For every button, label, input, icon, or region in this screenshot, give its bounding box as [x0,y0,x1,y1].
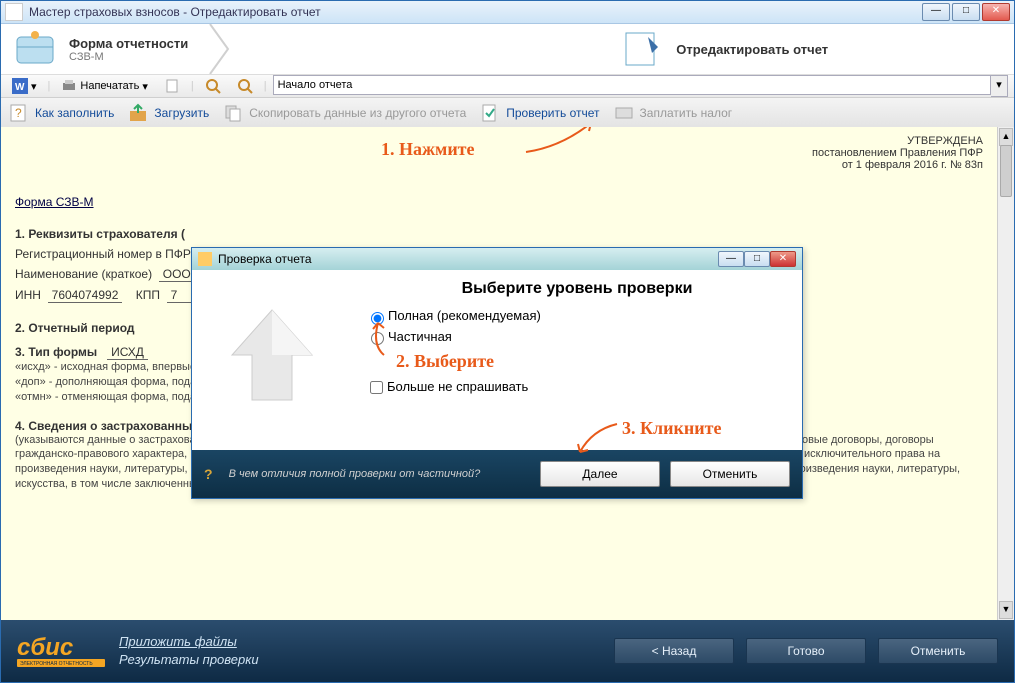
word-icon: W [12,78,28,94]
check-icon [480,103,500,123]
dialog-cancel-button[interactable]: Отменить [670,461,790,487]
load-button[interactable]: Загрузить [128,103,209,123]
dialog-image [192,270,352,450]
approval-block: УТВЕРЖДЕНА постановлением Правления ПФР … [812,135,983,171]
format-toolbar: W▾ | Напечатать▾ | | ▾ [1,75,1014,98]
new-icon [164,78,180,94]
kpp-label: КПП [136,288,160,302]
copy-button[interactable]: Скопировать данные из другого отчета [223,103,466,123]
help-icon: ? [9,103,29,123]
pay-icon [614,103,634,123]
check-report-button[interactable]: Проверить отчет [480,103,599,123]
form-type-value[interactable]: ИСХД [107,345,148,360]
ready-button[interactable]: Готово [746,638,866,664]
svg-text:W: W [15,82,25,93]
scroll-thumb[interactable] [1000,145,1012,197]
print-label: Напечатать [80,80,139,92]
dialog-title: Проверка отчета [218,252,718,266]
maximize-button[interactable]: □ [952,3,980,21]
check-results-link[interactable]: Результаты проверки [119,651,602,669]
dialog-icon [198,252,212,266]
zoom-out-icon [237,78,253,94]
wizard-step2-title: Отредактировать отчет [676,42,828,57]
action-toolbar: ?Как заполнить Загрузить Скопировать дан… [1,98,1014,129]
form-icon [11,29,59,69]
hint-icon: ? [204,466,213,482]
svg-text:сбис: сбис [17,634,73,661]
form-title: Форма СЗВ-М [15,195,983,209]
vertical-scrollbar[interactable]: ▲ ▼ [997,127,1014,620]
sbis-logo: сбисЭЛЕКТРОННАЯ ОТЧЕТНОСТЬ [17,631,107,671]
section-combo-dropdown[interactable]: ▾ [991,75,1008,97]
print-icon [61,78,77,94]
footer: сбисЭЛЕКТРОННАЯ ОТЧЕТНОСТЬ Приложить фай… [1,620,1014,682]
dialog-next-button[interactable]: Далее [540,461,660,487]
zoom-in-button[interactable] [200,76,226,96]
scroll-down-button[interactable]: ▼ [999,601,1013,619]
load-icon [128,103,148,123]
dialog-minimize-button[interactable]: — [718,251,744,267]
wizard-step1-title: Форма отчетности [69,36,188,51]
zoom-in-icon [205,78,221,94]
radio-full[interactable]: Полная (рекомендуемая) [366,308,541,323]
section-1-heading: 1. Реквизиты страхователя ( [15,227,983,241]
shortname-label: Наименование (краткое) [15,267,152,281]
wizard-header: Форма отчетности СЗВ-М Отредактировать о… [1,24,1014,75]
radio-partial[interactable]: Частичная [366,329,452,344]
window-title: Мастер страховых взносов - Отредактирова… [29,5,922,19]
check-dialog: Проверка отчета — □ ✕ Выберите уровень п… [191,247,803,499]
edit-report-icon [618,29,666,69]
section-3-heading: 3. Тип формы [15,345,97,359]
svg-text:ЭЛЕКТРОННАЯ ОТЧЕТНОСТЬ: ЭЛЕКТРОННАЯ ОТЧЕТНОСТЬ [20,661,93,667]
scroll-up-button[interactable]: ▲ [999,128,1013,146]
dialog-hint[interactable]: В чем отличия полной проверки от частичн… [229,468,530,480]
section-combo[interactable] [273,75,991,95]
inn-value[interactable]: 7604074992 [48,288,123,303]
cancel-button[interactable]: Отменить [878,638,998,664]
window-titlebar: Мастер страховых взносов - Отредактирова… [1,1,1014,24]
dialog-close-button[interactable]: ✕ [770,251,796,267]
svg-text:?: ? [15,106,22,120]
dialog-heading: Выберите уровень проверки [366,280,788,298]
close-button[interactable]: ✕ [982,3,1010,21]
new-button[interactable] [159,76,185,96]
copy-icon [223,103,243,123]
zoom-out-button[interactable] [232,76,258,96]
howto-button[interactable]: ?Как заполнить [9,103,114,123]
wizard-step1-subtitle: СЗВ-М [69,51,188,63]
checkbox-dont-ask[interactable]: Больше не спрашивать [366,379,528,394]
inn-label: ИНН [15,288,41,302]
annotation-1: 1. Нажмите [381,139,475,160]
reg-label: Регистрационный номер в ПФР [15,247,191,261]
pay-tax-button[interactable]: Заплатить налог [614,103,733,123]
wizard-arrow-icon [208,24,238,74]
attach-files-link[interactable]: Приложить файлы [119,633,602,651]
annotation-2: 2. Выберите [396,351,818,372]
app-icon [5,3,23,21]
dialog-maximize-button[interactable]: □ [744,251,770,267]
back-button[interactable]: < Назад [614,638,734,664]
print-button[interactable]: Напечатать▾ [56,76,152,96]
minimize-button[interactable]: — [922,3,950,21]
word-export-button[interactable]: W▾ [7,76,42,96]
